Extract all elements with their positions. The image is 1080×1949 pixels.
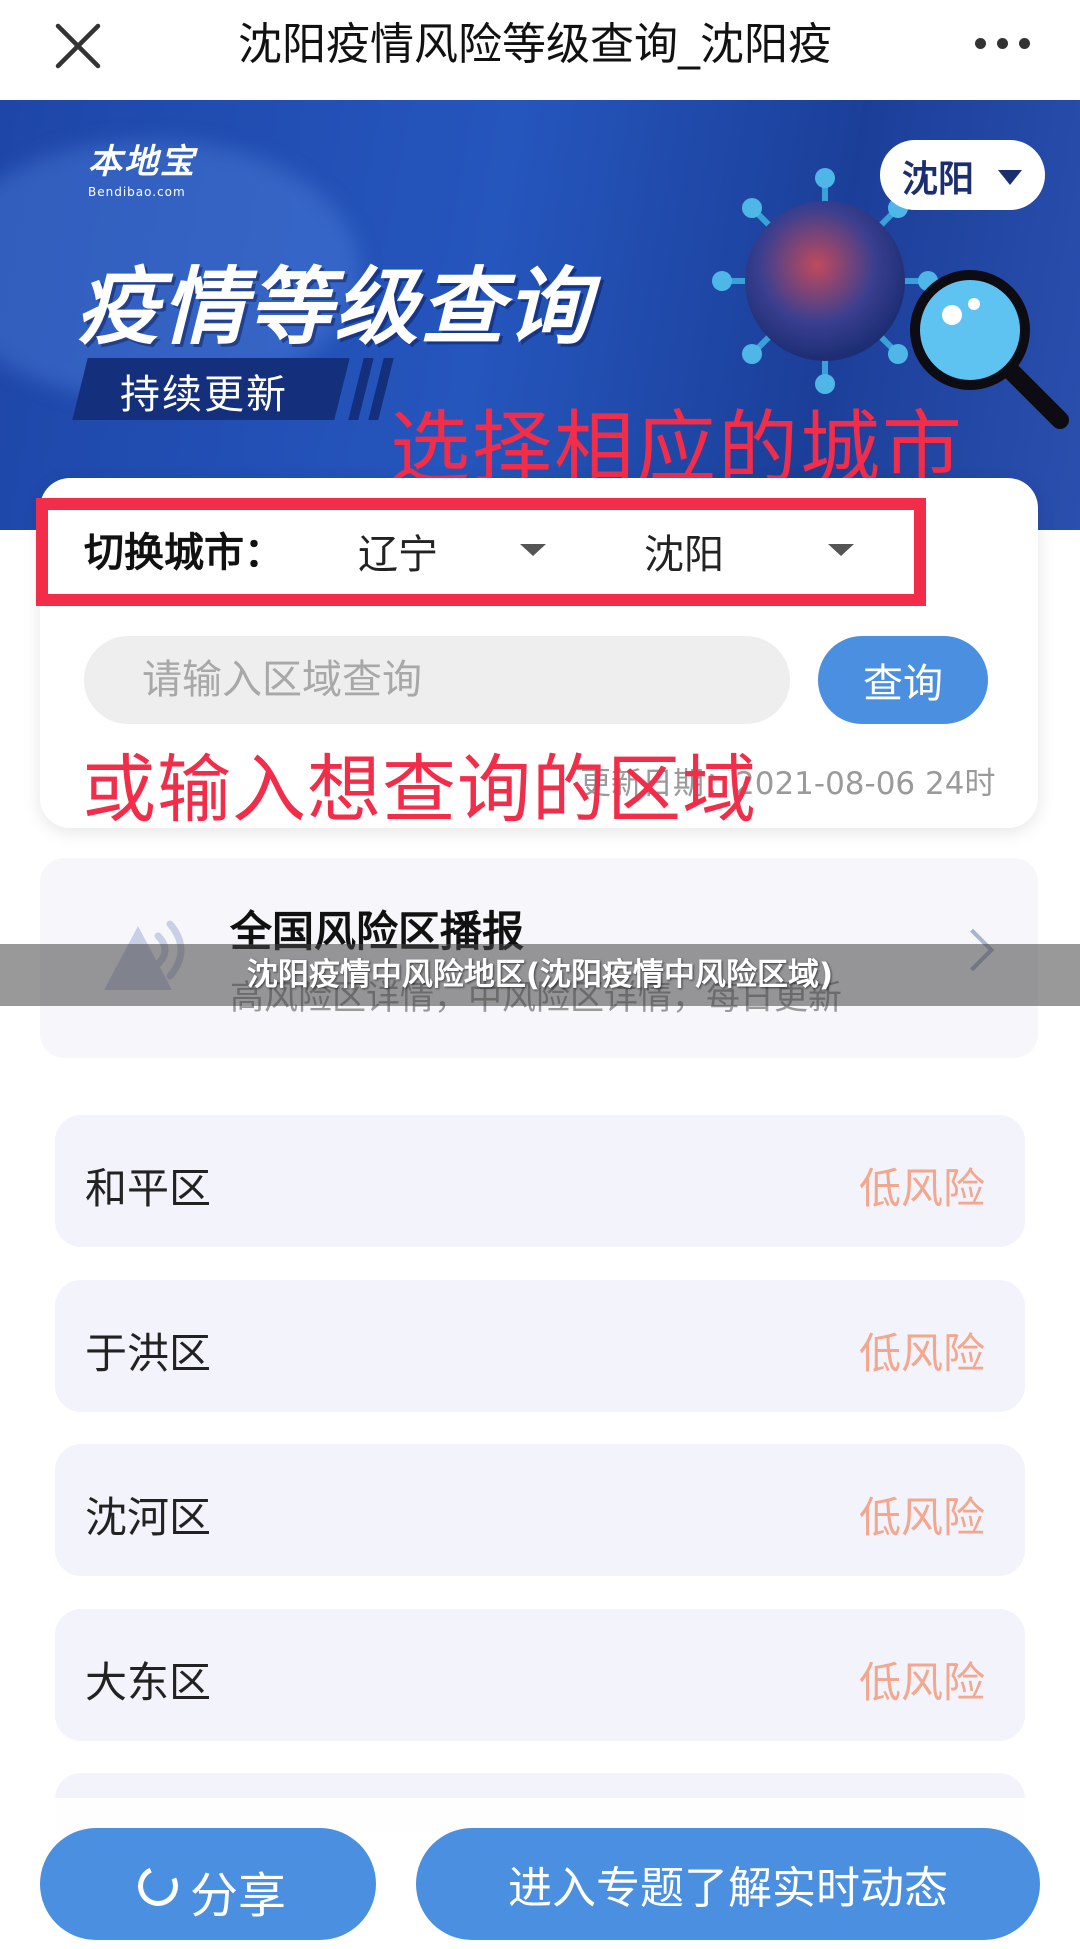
enter-topic-button[interactable]: 进入专题了解实时动态	[416, 1828, 1040, 1940]
district-row[interactable]: 和平区 低风险	[55, 1115, 1025, 1247]
share-button[interactable]: 分享	[40, 1828, 376, 1940]
district-name: 沈河区	[85, 1493, 212, 1542]
top-bar: 沈阳疫情风险等级查询_沈阳疫	[0, 0, 1080, 100]
city-selector-pill[interactable]: 沈阳	[880, 140, 1045, 210]
annotation-input-area: 或输入想查询的区域	[82, 747, 757, 833]
banner: 本地宝 Bendibao.com 疫情等级查询 持续更新 沈阳 选择相应的城市	[0, 100, 1080, 530]
district-name: 和平区	[85, 1164, 212, 1213]
page-title: 沈阳疫情风险等级查询_沈阳疫	[238, 19, 832, 70]
search-input[interactable]	[84, 636, 790, 724]
risk-level: 低风险	[858, 1164, 985, 1213]
district-name: 大东区	[85, 1658, 212, 1707]
district-row[interactable]: 沈河区 低风险	[55, 1444, 1025, 1576]
district-row[interactable]: 于洪区 低风险	[55, 1280, 1025, 1412]
more-options-icon[interactable]	[975, 30, 1035, 60]
risk-level: 低风险	[858, 1658, 985, 1707]
share-icon	[132, 1860, 184, 1912]
bendibao-logo: 本地宝 Bendibao.com	[88, 142, 196, 199]
district-name: 于洪区	[85, 1329, 212, 1378]
dropdown-arrow-icon	[998, 170, 1022, 185]
risk-level: 低风险	[858, 1493, 985, 1542]
search-button[interactable]: 查询	[818, 636, 988, 724]
banner-subheading: 持续更新	[120, 372, 288, 418]
close-icon[interactable]	[50, 18, 106, 74]
district-row[interactable]: 大东区 低风险	[55, 1609, 1025, 1741]
risk-level: 低风险	[858, 1329, 985, 1378]
banner-heading: 疫情等级查询	[76, 258, 593, 356]
annotation-highlight-box	[36, 498, 926, 606]
image-caption: 沈阳疫情中风险地区(沈阳疫情中风险区域)	[246, 957, 834, 993]
